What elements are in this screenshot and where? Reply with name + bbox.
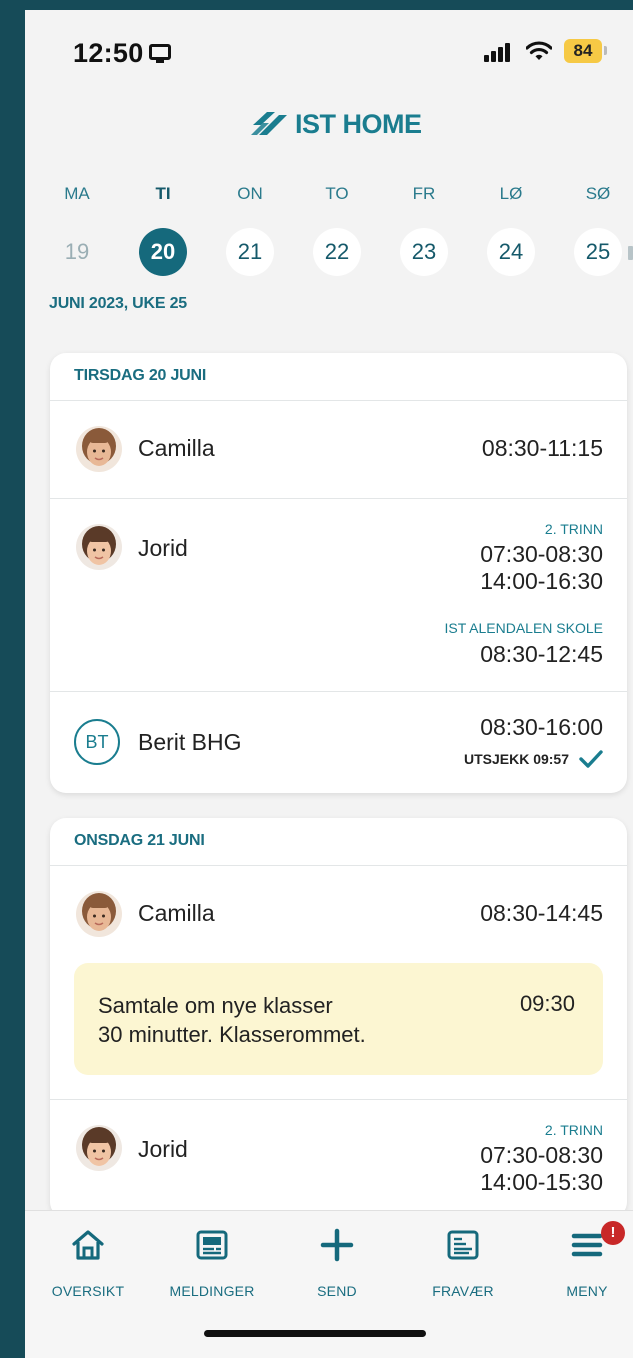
logo-mark-icon — [251, 112, 287, 135]
screen-icon — [149, 44, 171, 63]
schedule-row-jorid[interactable]: Jorid 2. TRINN 07:30-08:30 14:00-16:30 I… — [50, 499, 627, 692]
tab-label: FRAVÆR — [432, 1283, 494, 1299]
note-title: Samtale om nye klasser — [98, 993, 333, 1018]
day-monday[interactable]: MA 19 — [47, 182, 107, 276]
tab-meldinger[interactable]: MELDINGER — [152, 1225, 272, 1299]
group-label: 2. TRINN — [544, 521, 603, 537]
tab-oversikt[interactable]: OVERSIKT — [28, 1225, 148, 1299]
checkout-label: UTSJEKK 09:57 — [463, 751, 569, 767]
tab-label: SEND — [317, 1283, 357, 1299]
wifi-icon — [526, 41, 552, 60]
check-icon — [579, 750, 603, 768]
day-name: MA — [64, 184, 90, 203]
absence-icon — [447, 1230, 479, 1260]
time-range: 08:30-11:15 — [481, 435, 603, 461]
avatar-camilla — [76, 891, 122, 937]
time-range: 14:00-16:30 — [480, 568, 603, 594]
week-selector: MA 19 TI 20 ON 21 TO 22 FR 23 LØ 24 SØ 2… — [25, 182, 633, 282]
avatar-initials: BT — [74, 719, 120, 765]
day-saturday[interactable]: LØ 24 — [481, 182, 541, 276]
battery-indicator: 84 — [564, 39, 602, 63]
day-thursday[interactable]: TO 22 — [307, 182, 367, 276]
day-name: TI — [155, 184, 171, 203]
signal-icon — [484, 42, 512, 62]
app-logo: IST HOME — [249, 104, 422, 144]
plus-icon — [320, 1228, 354, 1262]
card-header: TIRSDAG 20 JUNI — [50, 353, 627, 401]
schedule-row-camilla[interactable]: Camilla 08:30-11:15 — [50, 401, 627, 499]
school-label: IST ALENDALEN SKOLE — [444, 620, 603, 636]
day-name: LØ — [499, 184, 523, 203]
day-name: SØ — [585, 184, 611, 203]
tab-label: MELDINGER — [169, 1283, 255, 1299]
day-name: FR — [412, 184, 436, 203]
person-name: Camilla — [138, 900, 215, 926]
phone-screen: 12:50 84 IST HOME MA 19 TI 20 ON 21 TO 2… — [25, 10, 633, 1358]
week-label: JUNI 2023, UKE 25 — [49, 295, 188, 312]
person-name: Berit BHG — [138, 729, 242, 755]
home-indicator[interactable] — [204, 1330, 426, 1337]
schedule-row-berit[interactable]: BT Berit BHG 08:30-16:00 UTSJEKK 09:57 — [50, 692, 627, 792]
person-name: Jorid — [138, 1136, 188, 1162]
time-range: 08:30-14:45 — [480, 900, 603, 926]
card-header: ONSDAG 21 JUNI — [50, 818, 627, 866]
notification-badge: ! — [601, 1221, 625, 1245]
logo-text: IST HOME — [295, 108, 422, 139]
person-name: Camilla — [138, 435, 215, 461]
day-card-wednesday: ONSDAG 21 JUNI Camilla 08:30-14:45 Samta… — [50, 818, 627, 1218]
time-range: 14:00-15:30 — [480, 1169, 603, 1195]
day-number[interactable]: 23 — [400, 228, 448, 276]
day-card-tuesday: TIRSDAG 20 JUNI Camilla 08:30-11:15 Jori… — [50, 353, 627, 793]
day-number[interactable]: 19 — [53, 228, 101, 276]
day-friday[interactable]: FR 23 — [394, 182, 454, 276]
checkout-status: UTSJEKK 09:57 — [464, 750, 603, 768]
tab-label: MENY — [566, 1283, 608, 1299]
avatar-camilla — [76, 426, 122, 472]
avatar-jorid — [76, 524, 122, 570]
time-range: 08:30-12:45 — [480, 641, 603, 667]
avatar-jorid — [76, 1125, 122, 1171]
note-time: 09:30 — [519, 991, 575, 1016]
day-number-selected[interactable]: 20 — [139, 228, 187, 276]
tab-meny[interactable]: ! MENY — [527, 1221, 633, 1299]
day-name: ON — [237, 184, 263, 203]
person-name: Jorid — [138, 535, 188, 561]
messages-icon — [196, 1230, 228, 1260]
note-text: Samtale om nye klasser 30 minutter. Klas… — [98, 991, 478, 1049]
group-label: 2. TRINN — [544, 1122, 603, 1138]
battery-tip — [604, 46, 607, 55]
next-week-peek — [628, 246, 633, 260]
schedule-row-camilla[interactable]: Camilla 08:30-14:45 Samtale om nye klass… — [50, 866, 627, 1100]
home-icon — [72, 1230, 104, 1260]
day-wednesday[interactable]: ON 21 — [220, 182, 280, 276]
time-range: 07:30-08:30 — [480, 541, 603, 567]
time-range: 07:30-08:30 — [480, 1142, 603, 1168]
day-number[interactable]: 21 — [226, 228, 274, 276]
appointment-note[interactable]: Samtale om nye klasser 30 minutter. Klas… — [74, 963, 603, 1075]
day-name: TO — [325, 184, 349, 203]
time-range: 08:30-16:00 — [480, 714, 603, 740]
status-time: 12:50 — [73, 38, 144, 68]
day-number[interactable]: 25 — [574, 228, 622, 276]
note-detail: 30 minutter. Klasserommet. — [98, 1022, 366, 1047]
day-number[interactable]: 22 — [313, 228, 361, 276]
schedule-row-jorid[interactable]: Jorid 2. TRINN 07:30-08:30 14:00-15:30 — [50, 1100, 627, 1218]
day-tuesday[interactable]: TI 20 — [133, 182, 193, 276]
tab-fravaer[interactable]: FRAVÆR — [403, 1225, 523, 1299]
status-bar: 12:50 84 — [25, 10, 633, 90]
day-number[interactable]: 24 — [487, 228, 535, 276]
tab-send[interactable]: SEND — [277, 1225, 397, 1299]
tab-label: OVERSIKT — [51, 1283, 125, 1299]
day-sunday[interactable]: SØ 25 — [568, 182, 628, 276]
